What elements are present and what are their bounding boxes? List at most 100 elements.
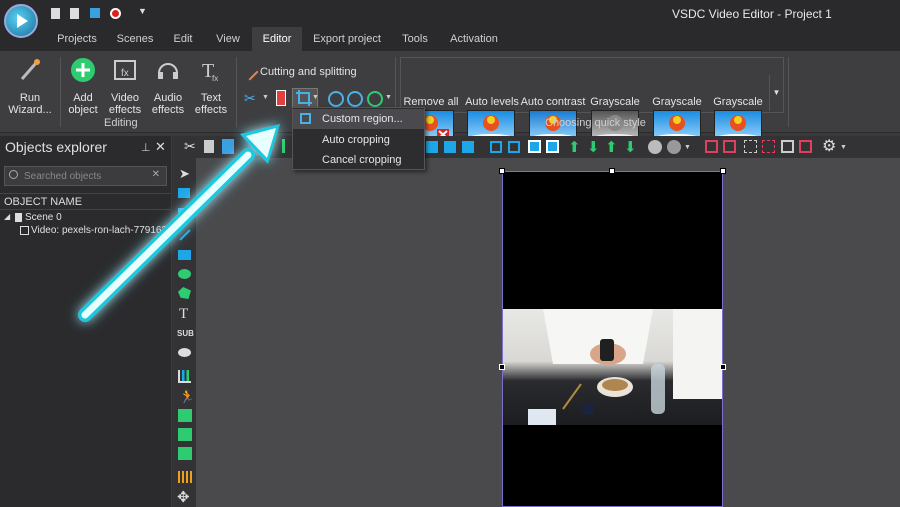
collapse-icon[interactable]: ◢ (4, 212, 10, 221)
ellipse-icon[interactable] (178, 269, 191, 279)
search-box[interactable]: Searched objects ✕ (4, 166, 167, 186)
same-width-icon[interactable] (528, 140, 541, 153)
split-icon[interactable] (276, 90, 286, 106)
text-icon[interactable]: T (179, 306, 188, 323)
snap-grid-icon[interactable] (762, 140, 775, 153)
pointer-icon[interactable]: ➤ (179, 166, 190, 182)
quick-access-dropdown-icon[interactable]: ▼ (138, 6, 147, 16)
ungroup-dropdown-icon[interactable]: ▼ (684, 144, 691, 151)
cut-icon[interactable]: ✂ (184, 138, 196, 155)
align-right-icon[interactable] (462, 141, 474, 153)
safe-area-icon[interactable] (799, 140, 812, 153)
close-icon[interactable]: ✕ (155, 139, 166, 155)
resize-handle[interactable] (609, 168, 615, 174)
spectrum-icon[interactable] (178, 471, 192, 483)
settings-gear-icon[interactable]: ⚙ (822, 136, 836, 156)
undo-icon[interactable] (257, 139, 269, 153)
run-wizard-line1: Run (19, 92, 41, 104)
subtitle-icon[interactable]: SUB (177, 329, 194, 338)
tab-activation[interactable]: Activation (444, 27, 504, 51)
video-frame[interactable] (502, 171, 723, 507)
copy-icon[interactable] (204, 140, 214, 153)
add-video-clip-icon[interactable] (178, 447, 192, 460)
text-effects-button[interactable]: Tfx Text effects (190, 57, 232, 116)
scissors-dropdown-icon[interactable]: ▼ (262, 94, 269, 101)
snap-objects-icon[interactable] (723, 140, 736, 153)
menu-item-auto-cropping[interactable]: Auto cropping (293, 130, 424, 150)
snap-icon[interactable] (705, 140, 718, 153)
add-picture-icon[interactable] (178, 409, 192, 422)
layer-up-icon[interactable]: ⬆ (568, 138, 581, 156)
tab-view[interactable]: View (208, 27, 248, 51)
menu-item-label: Auto cropping (322, 134, 390, 146)
tab-edit[interactable]: Edit (166, 27, 200, 51)
align-center-icon[interactable] (444, 141, 456, 153)
menu-item-cancel-cropping[interactable]: Cancel cropping (293, 150, 424, 170)
scene-canvas[interactable] (196, 158, 900, 507)
crop-dropdown-menu: Custom region... Auto cropping Cancel cr… (292, 107, 425, 170)
pin-icon[interactable]: ⊥ (141, 141, 151, 154)
open-project-icon[interactable] (70, 8, 79, 19)
rectangle-icon[interactable] (178, 250, 191, 260)
add-video-icon[interactable] (178, 188, 190, 198)
resize-handle[interactable] (499, 364, 505, 370)
layer-bottom-icon[interactable]: ⬇ (624, 138, 637, 156)
text-effects-icon: Tfx (202, 60, 218, 83)
add-object-button[interactable]: Add object (63, 57, 103, 116)
move-icon[interactable]: ✥ (177, 488, 190, 506)
rotate-right-icon[interactable] (347, 91, 363, 107)
speed-icon[interactable] (367, 91, 383, 107)
add-image-icon[interactable] (178, 208, 190, 218)
clear-search-icon[interactable]: ✕ (152, 169, 160, 180)
resize-handle[interactable] (499, 168, 505, 174)
resize-handle[interactable] (720, 168, 726, 174)
record-icon[interactable] (110, 8, 121, 19)
layer-top-icon[interactable]: ⬆ (605, 138, 618, 156)
tab-export-project[interactable]: Export project (308, 27, 386, 51)
distribute-v-icon[interactable] (508, 141, 520, 153)
audio-effects-icon (158, 63, 178, 79)
tab-editor[interactable]: Editor (252, 27, 302, 51)
callout-icon[interactable] (178, 348, 191, 357)
layer-down-icon[interactable]: ⬇ (587, 138, 600, 156)
scissors-icon[interactable]: ✂ (244, 90, 256, 107)
speed-dropdown-icon[interactable]: ▼ (385, 94, 392, 101)
rotate-left-icon[interactable] (328, 91, 344, 107)
grid-icon[interactable] (744, 140, 757, 153)
tree-item-video[interactable]: Video: pexels-ron-lach-7791628 (0, 225, 173, 238)
audio-effects-button[interactable]: Audio effects (147, 57, 189, 116)
animation-icon[interactable]: 🏃 (179, 389, 195, 405)
add-audio-icon[interactable] (178, 428, 192, 441)
tree-item-scene[interactable]: ◢ Scene 0 (0, 212, 171, 225)
settings-dropdown-icon[interactable]: ▼ (840, 144, 847, 151)
new-project-icon[interactable] (51, 8, 60, 19)
tab-tools[interactable]: Tools (394, 27, 436, 51)
app-logo-icon[interactable] (4, 4, 38, 38)
tab-projects[interactable]: Projects (50, 27, 104, 51)
freeform-icon[interactable] (178, 287, 191, 299)
paste-icon[interactable] (222, 139, 234, 154)
frame-icon[interactable] (781, 140, 794, 153)
menu-item-custom-region[interactable]: Custom region... (293, 109, 424, 129)
menu-item-label: Custom region... (322, 113, 403, 125)
tab-scenes[interactable]: Scenes (112, 27, 158, 51)
gallery-scroll-button[interactable]: ▼ (769, 75, 783, 111)
ungroup-icon[interactable] (667, 140, 681, 154)
redo-icon[interactable] (282, 139, 292, 153)
video-effects-button[interactable]: fx Video effects (104, 57, 146, 116)
chart-icon[interactable] (178, 370, 191, 383)
run-wizard-line2: Wizard... (8, 104, 52, 116)
same-height-icon[interactable] (546, 140, 559, 153)
save-icon[interactable] (90, 8, 100, 18)
explorer-title: Objects explorer (5, 139, 107, 155)
group-icon[interactable] (648, 140, 662, 154)
run-wizard-button[interactable]: Run Wizard... (4, 57, 56, 116)
resize-handle[interactable] (720, 364, 726, 370)
line-icon[interactable] (179, 229, 191, 241)
quick-style-label: Auto levels (465, 96, 519, 108)
ribbon-separator (60, 57, 61, 127)
video-label: Video: pexels-ron-lach-7791628 (31, 225, 173, 236)
distribute-h-icon[interactable] (490, 141, 502, 153)
align-left-icon[interactable] (426, 141, 438, 153)
crop-dropdown-icon[interactable]: ▼ (312, 94, 319, 101)
